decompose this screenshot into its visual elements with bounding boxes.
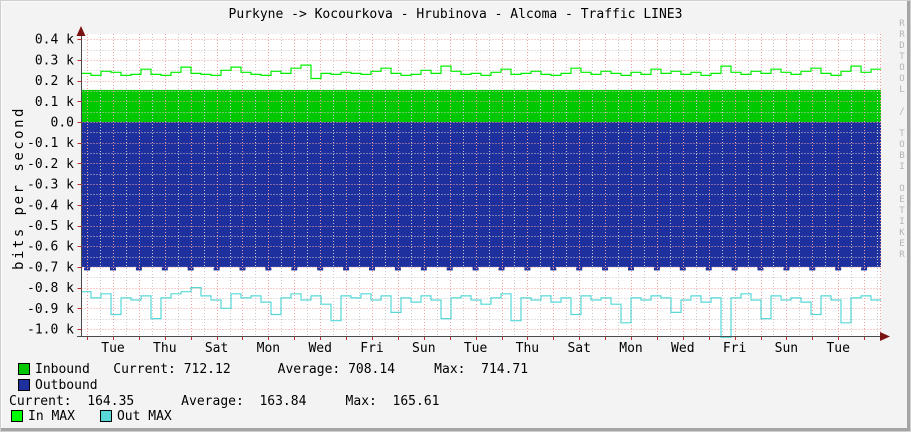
- svg-text:Mon: Mon: [257, 341, 280, 356]
- out-max-swatch: [99, 410, 112, 422]
- svg-text:-0.3 k: -0.3 k: [27, 178, 74, 193]
- svg-text:-0.4 k: -0.4 k: [27, 198, 74, 213]
- svg-text:Sun: Sun: [412, 341, 435, 356]
- x-axis-arrow: [880, 332, 890, 341]
- svg-text:-0.6 k: -0.6 k: [27, 240, 74, 255]
- svg-text:-0.7 k: -0.7 k: [27, 260, 74, 275]
- legend-in-max-label: In MAX: [28, 408, 75, 424]
- rrdtool-traffic-graph: Purkyne -> Kocourkova - Hrubinova - Alco…: [0, 0, 911, 432]
- svg-text:-1.0 k: -1.0 k: [27, 323, 74, 338]
- svg-text:0.4 k: 0.4 k: [35, 33, 74, 48]
- svg-text:Tue: Tue: [464, 341, 488, 356]
- legend-row-outbound: Outbound: [18, 377, 98, 393]
- svg-text:Tue: Tue: [101, 341, 125, 356]
- in-max-swatch: [11, 410, 23, 422]
- svg-text:-0.5 k: -0.5 k: [27, 219, 74, 234]
- legend-row-outbound-stats: Current: 164.35 Average: 163.84 Max: 165…: [9, 393, 440, 409]
- svg-text:Fri: Fri: [360, 341, 383, 356]
- svg-text:-0.8 k: -0.8 k: [27, 281, 74, 296]
- svg-text:Sat: Sat: [205, 341, 228, 356]
- svg-text:Fri: Fri: [723, 341, 746, 356]
- legend-out-max-label: Out MAX: [116, 408, 172, 424]
- outbound-swatch: [18, 379, 30, 391]
- legend-outbound-stats: Current: 164.35 Average: 163.84 Max: 165…: [9, 393, 440, 409]
- svg-text:0.1 k: 0.1 k: [35, 95, 74, 110]
- svg-text:0.0: 0.0: [51, 116, 74, 131]
- svg-text:0.3 k: 0.3 k: [35, 53, 74, 68]
- legend-inbound-stats: Inbound Current: 712.12 Average: 708.14 …: [35, 361, 529, 377]
- svg-text:Sun: Sun: [775, 341, 798, 356]
- legend-row-inbound: Inbound Current: 712.12 Average: 708.14 …: [18, 361, 529, 377]
- legend-row-max: In MAX Out MAX: [11, 408, 172, 424]
- svg-text:Mon: Mon: [619, 341, 642, 356]
- svg-text:Wed: Wed: [671, 341, 694, 356]
- svg-text:0.2 k: 0.2 k: [35, 74, 74, 89]
- svg-text:-0.1 k: -0.1 k: [27, 136, 74, 151]
- svg-text:Thu: Thu: [516, 341, 539, 356]
- inbound-swatch: [18, 363, 30, 375]
- y-tick-labels: 0.4 k 0.3 k 0.2 k 0.1 k 0.0 -0.1 k -0.2 k -0.3 …: [27, 33, 74, 338]
- svg-text:-0.9 k: -0.9 k: [27, 302, 74, 317]
- svg-text:Sat: Sat: [567, 341, 590, 356]
- svg-text:Wed: Wed: [308, 341, 331, 356]
- svg-text:Tue: Tue: [826, 341, 850, 356]
- x-tick-labels: Tue Thu Sat Mon Wed Fri Sun Tue Thu Sat Mon Wed Fri S…: [101, 341, 850, 356]
- svg-text:-0.2 k: -0.2 k: [27, 157, 74, 172]
- svg-text:Thu: Thu: [153, 341, 176, 356]
- y-axis-arrow: [76, 26, 86, 36]
- legend-outbound-label: Outbound: [35, 377, 98, 393]
